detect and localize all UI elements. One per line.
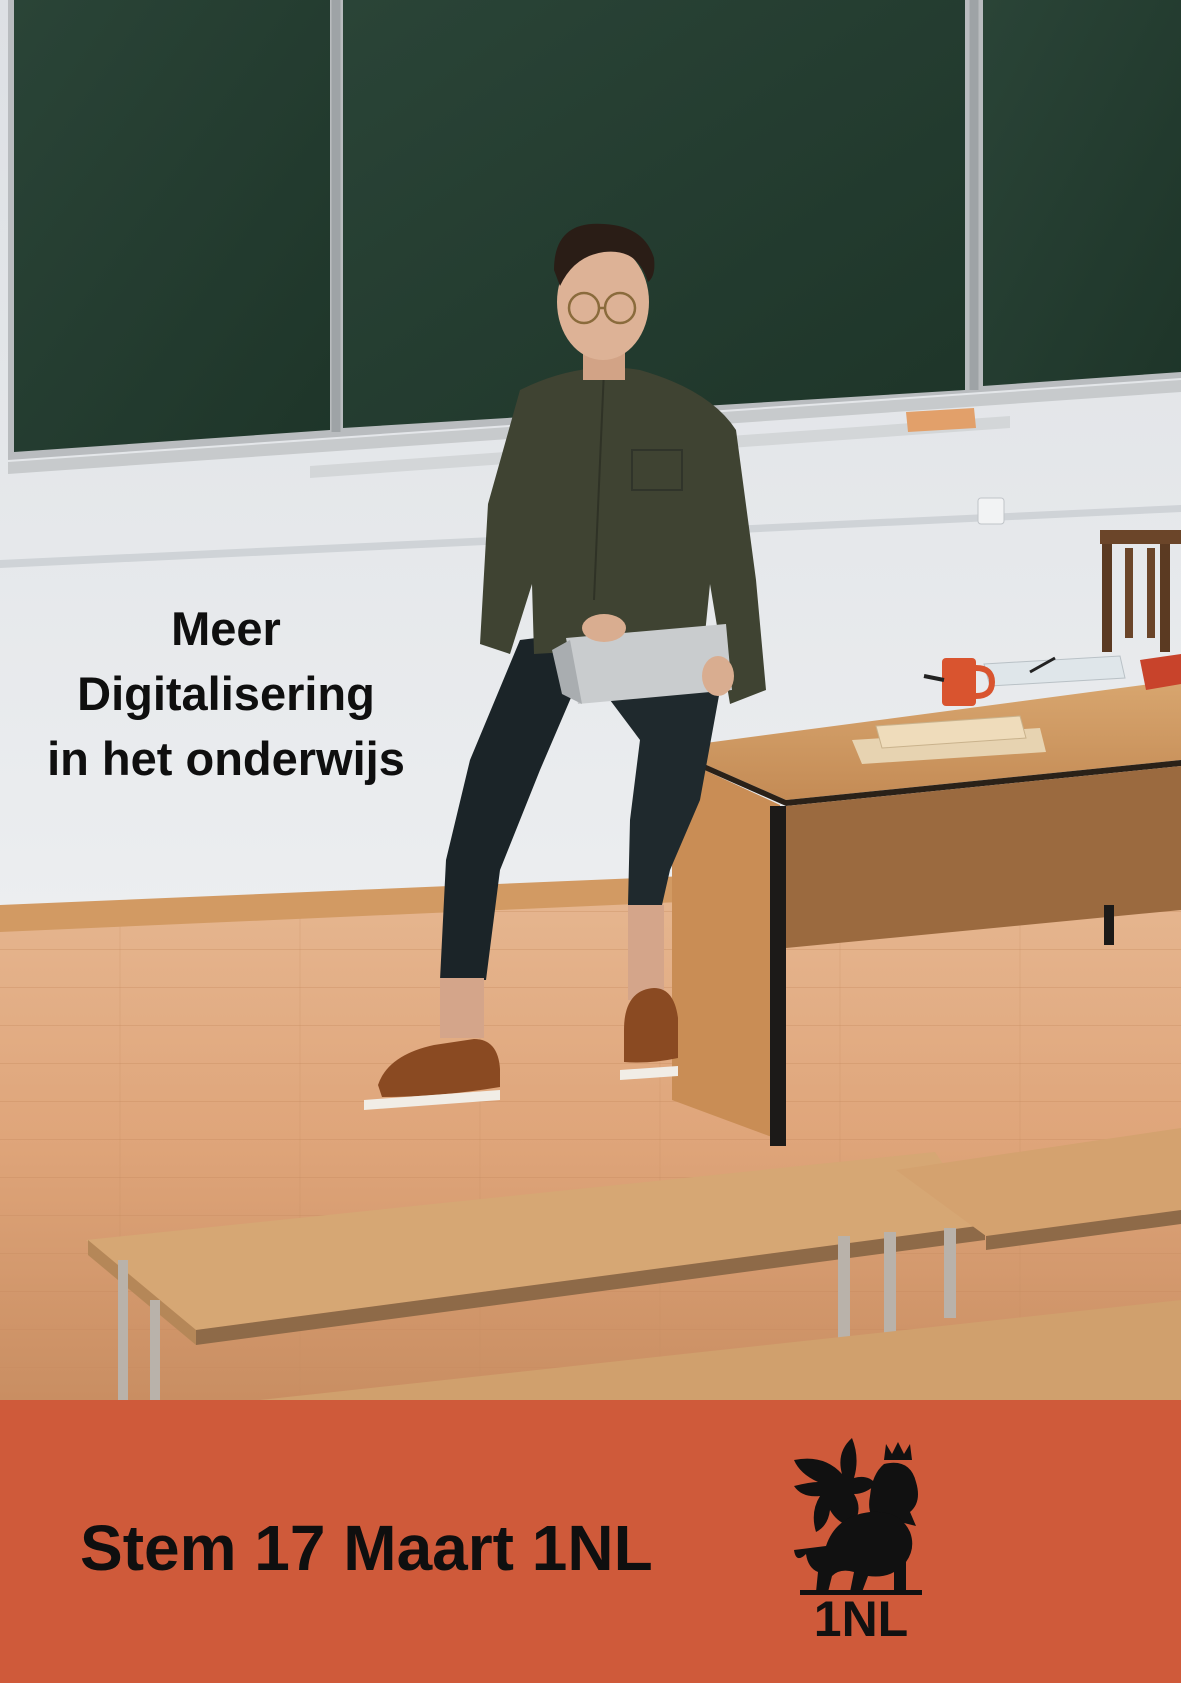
headline-line-3: in het onderwijs (47, 732, 405, 785)
headline-line-2: Digitalisering (77, 667, 375, 720)
logo-text: 1NL (814, 1591, 908, 1642)
headline: Meer Digitalisering in het onderwijs (0, 596, 452, 791)
headline-line-1: Meer (171, 602, 281, 655)
winged-lion-crown-icon: 1NL (794, 1438, 922, 1642)
cta-text: Stem 17 Maart 1NL (80, 1512, 653, 1584)
campaign-poster: Meer Digitalisering in het onderwijs Ste… (0, 0, 1181, 1683)
